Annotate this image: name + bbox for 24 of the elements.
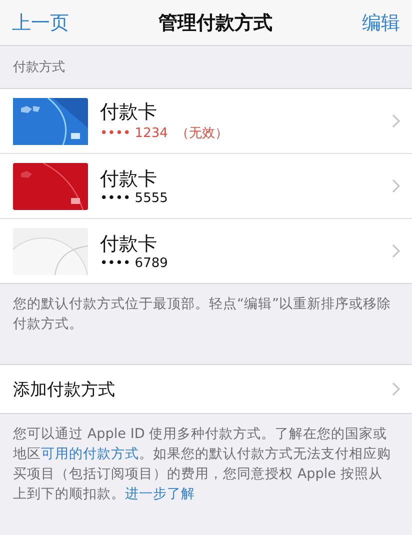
card-icon — [13, 98, 88, 144]
chevron-icon — [392, 179, 400, 193]
card-number: •••• 6789 — [100, 256, 168, 270]
add-payment-row[interactable]: 添加付款方式 — [0, 365, 412, 413]
section-header: 付款方式 — [13, 59, 65, 76]
card-title: 付款卡 — [100, 232, 157, 256]
card-number: •••• 5555 — [100, 190, 168, 206]
page-title: 管理付款方式 — [158, 10, 272, 36]
info-link[interactable]: 进一步了解 — [125, 486, 195, 502]
payment-card-row[interactable]: 付款卡 •••• 6789 — [0, 219, 412, 283]
card-title: 付款卡 — [100, 100, 157, 124]
card-title: 付款卡 — [100, 166, 157, 190]
info-paragraph: 您可以通过 Apple ID 使用多种付款方式。了解在您的国家或地区可用的付款方式。如果您的默认付款方式无法支付相应购买项目（包括订阅项目）的费用，您同意授权 Apple 按照从上到下的顺扣款。进一步了解 — [12, 425, 392, 504]
card-number: •••• 1234 （无效） — [100, 125, 228, 142]
back-link[interactable]: 上一页 — [12, 10, 69, 36]
edit-link[interactable]: 编辑 — [362, 10, 400, 36]
payment-card-row[interactable]: 付款卡 •••• 1234 （无效） — [0, 89, 412, 154]
card-icon — [13, 228, 88, 274]
card-icon — [13, 162, 88, 210]
chevron-icon — [392, 114, 400, 128]
chevron-icon — [392, 244, 400, 258]
payment-card-row[interactable]: 付款卡 •••• 5555 — [0, 154, 412, 219]
chevron-icon — [392, 382, 400, 396]
info-link[interactable]: 可用的付款方式 — [41, 446, 139, 462]
